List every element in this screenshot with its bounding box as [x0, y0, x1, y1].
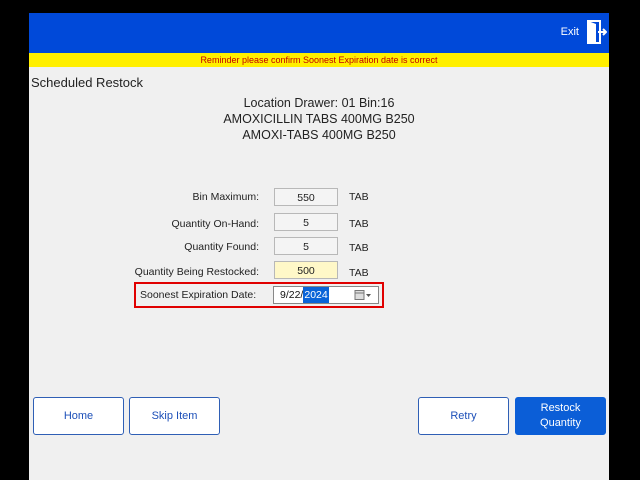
bin-maximum-unit: TAB	[349, 191, 369, 203]
quantity-found-label: Quantity Found:	[184, 241, 259, 253]
expiration-date-input[interactable]: 9/22/2024	[273, 286, 379, 304]
calendar-dropdown-icon[interactable]	[354, 289, 372, 301]
restock-label-line2: Quantity	[540, 417, 581, 429]
restock-label-line1: Restock	[540, 402, 581, 414]
quantity-on-hand-unit: TAB	[349, 218, 369, 230]
quantity-restocked-label: Quantity Being Restocked:	[134, 266, 259, 278]
skip-item-button[interactable]: Skip Item	[129, 397, 220, 435]
page-title: Scheduled Restock	[31, 75, 144, 90]
calendar-icon	[354, 290, 371, 300]
quantity-restocked-input[interactable]: 500	[274, 261, 338, 279]
quantity-restocked-unit: TAB	[349, 267, 369, 279]
bin-maximum-field: 550	[274, 188, 338, 206]
restock-quantity-button[interactable]: Restock Quantity	[515, 397, 606, 435]
exit-door-icon	[587, 20, 607, 44]
item-alt-name: AMOXI-TABS 400MG B250	[242, 128, 396, 142]
header-bar: Exit	[29, 13, 609, 53]
retry-button[interactable]: Retry	[418, 397, 509, 435]
item-name: AMOXICILLIN TABS 400MG B250	[223, 112, 415, 126]
restock-screen: Exit Reminder please confirm Soonest Exp…	[29, 13, 609, 480]
quantity-on-hand-field: 5	[274, 213, 338, 231]
bin-maximum-label: Bin Maximum:	[192, 191, 259, 203]
quantity-found-unit: TAB	[349, 242, 369, 254]
quantity-on-hand-label: Quantity On-Hand:	[171, 218, 259, 230]
date-year-selected: 2024	[303, 287, 329, 303]
quantity-found-field: 5	[274, 237, 338, 255]
expiration-highlight: Soonest Expiration Date: 9/22/2024	[134, 282, 384, 308]
location-info: Location Drawer: 01 Bin:16 AMOXICILLIN T…	[29, 95, 609, 143]
home-button[interactable]: Home	[33, 397, 124, 435]
exit-label: Exit	[560, 26, 579, 38]
reminder-banner: Reminder please confirm Soonest Expirati…	[29, 53, 609, 67]
date-text: 9/22/	[280, 289, 304, 301]
expiration-label: Soonest Expiration Date:	[140, 289, 257, 301]
location-drawer-bin: Location Drawer: 01 Bin:16	[243, 96, 395, 110]
exit-button[interactable]: Exit	[549, 18, 609, 46]
